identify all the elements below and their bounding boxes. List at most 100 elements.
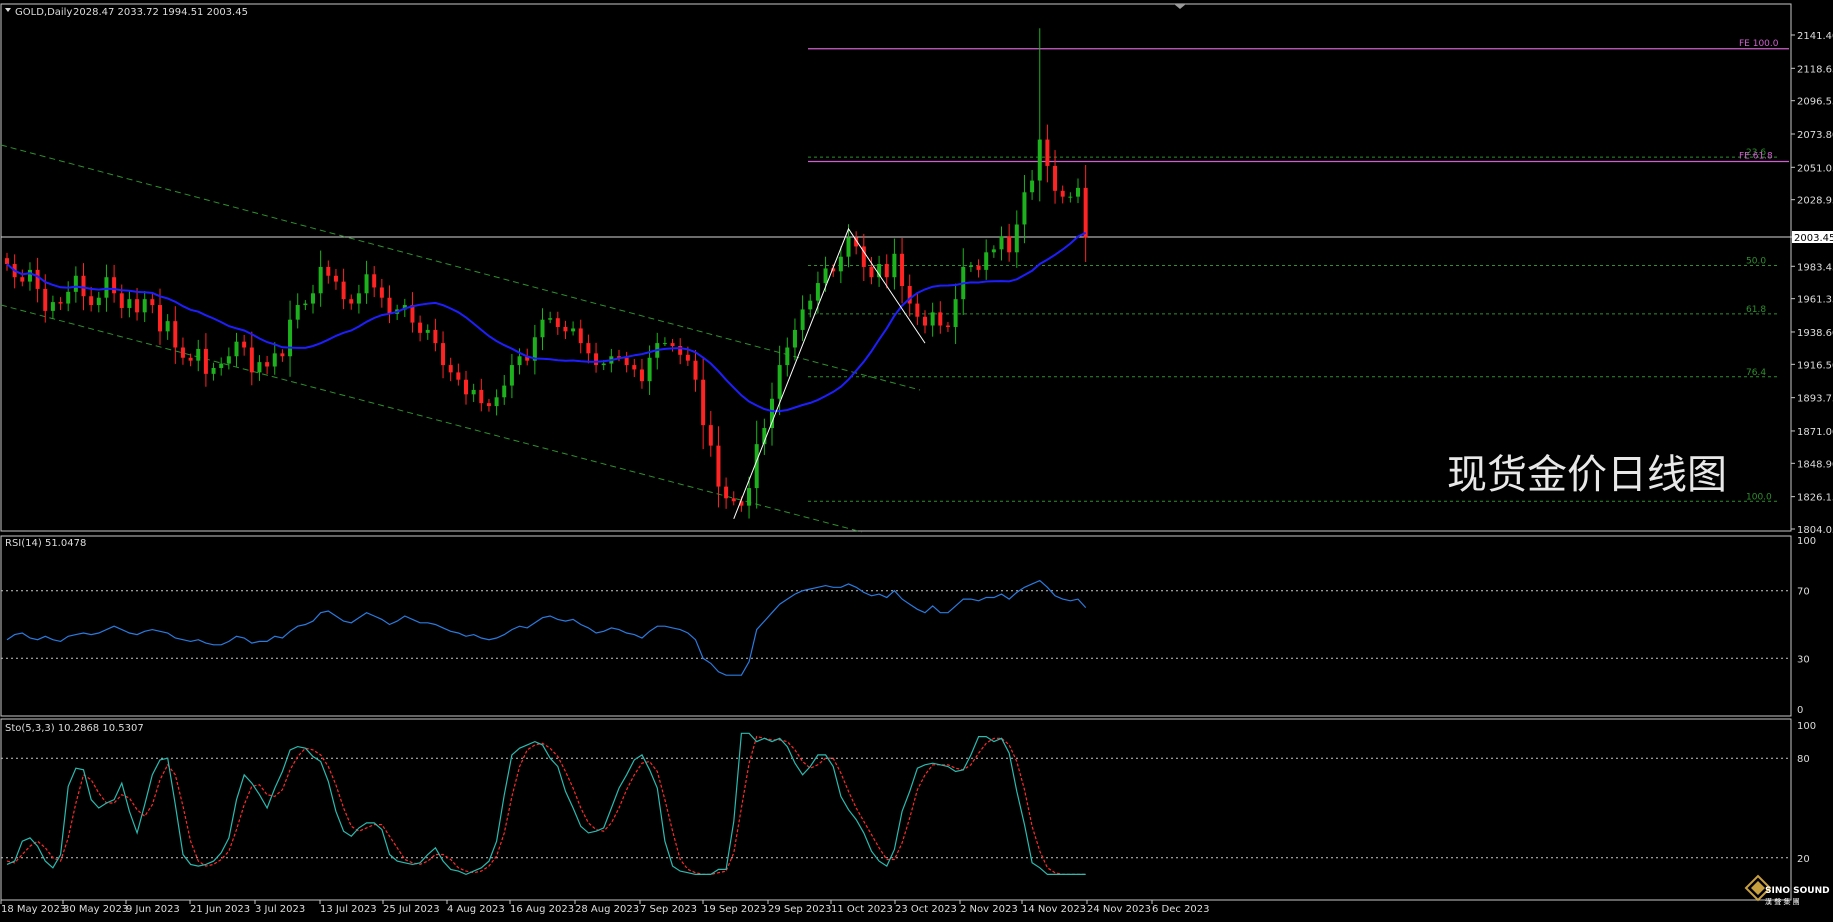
logo-diamond-inner-icon xyxy=(1751,881,1765,895)
time-tick-label: 21 Jun 2023 xyxy=(190,904,250,915)
fibo-level-label: 61.8 xyxy=(1746,305,1766,315)
symbol-dropdown-icon[interactable] xyxy=(5,8,11,12)
bull-candle xyxy=(509,365,514,386)
bear-candle xyxy=(20,277,25,282)
price-tick-label: 1871.00 xyxy=(1797,427,1833,438)
bear-candle xyxy=(731,498,736,502)
bull-candle xyxy=(234,341,239,357)
logo-text-top: SINO SOUND xyxy=(1765,886,1830,896)
bear-candle xyxy=(639,369,644,382)
channel-upper-line xyxy=(0,144,921,391)
bull-candle xyxy=(823,268,828,284)
bull-candle xyxy=(303,303,308,306)
bear-candle xyxy=(112,277,117,294)
bear-candle xyxy=(135,299,140,313)
bear-candle xyxy=(265,362,270,367)
bull-candle xyxy=(211,367,216,374)
time-tick-label: 2 Nov 2023 xyxy=(960,904,1018,915)
price-tick-label: 1983.45 xyxy=(1797,262,1833,273)
bull-candle xyxy=(777,365,782,399)
bear-candle xyxy=(441,343,446,366)
chart-canvas[interactable]: 23.650.061.876.4100.0FE 100.0FE 61.8 214… xyxy=(0,0,1833,918)
bull-candle xyxy=(364,274,369,294)
time-tick-label: 3 Jul 2023 xyxy=(255,904,305,915)
bull-candle xyxy=(747,488,752,506)
price-tick-label: 2051.05 xyxy=(1797,163,1833,174)
bear-candle xyxy=(1053,165,1058,191)
bull-candle xyxy=(846,237,851,257)
bull-candle xyxy=(494,397,499,407)
bear-candle xyxy=(976,265,981,270)
price-tick-label: 1893.75 xyxy=(1797,394,1833,405)
price-tick-label: 2141.40 xyxy=(1797,31,1833,42)
time-tick-label: 14 Nov 2023 xyxy=(1022,904,1086,915)
chart-shift-marker-icon xyxy=(1174,4,1186,9)
bull-candle xyxy=(165,321,170,332)
bull-candle xyxy=(815,283,820,301)
bear-candle xyxy=(173,321,178,348)
bear-candle xyxy=(693,360,698,380)
price-tick-label: 1804.05 xyxy=(1797,525,1833,536)
bull-candle xyxy=(219,363,224,368)
time-tick-label: 9 Jun 2023 xyxy=(126,904,180,915)
bull-candle xyxy=(318,266,323,294)
bear-candle xyxy=(486,403,491,407)
bull-candle xyxy=(754,444,759,489)
bull-candle xyxy=(27,269,32,282)
bear-candle xyxy=(594,353,599,366)
bear-candle xyxy=(464,379,468,395)
bull-candle xyxy=(770,398,774,429)
bear-candle xyxy=(945,325,950,327)
bear-candle xyxy=(418,322,423,333)
time-tick-label: 6 Dec 2023 xyxy=(1152,904,1210,915)
time-tick-label: 16 Aug 2023 xyxy=(510,904,574,915)
level-lines: 23.650.061.876.4100.0FE 100.0FE 61.8 xyxy=(0,39,1791,859)
bull-candle xyxy=(66,291,71,304)
bear-candle xyxy=(724,486,729,499)
fibo-expansion-label: FE 100.0 xyxy=(1739,39,1779,49)
bull-candle xyxy=(96,297,101,306)
bear-candle xyxy=(5,258,9,265)
bull-candle xyxy=(601,363,606,366)
bear-candle xyxy=(884,264,889,278)
bull-candle xyxy=(50,302,55,311)
price-tick-label: 2118.65 xyxy=(1797,64,1833,75)
symbol-label: GOLD,Daily xyxy=(15,7,72,18)
bear-candle xyxy=(923,316,927,326)
time-tick-label: 18 May 2023 xyxy=(1,904,66,915)
bull-candle xyxy=(142,299,147,313)
sino-sound-logo: SINO SOUND 漢 聲 集 團 xyxy=(1744,874,1830,906)
price-tick-label: 1826.15 xyxy=(1797,493,1833,504)
bull-candle xyxy=(295,305,300,320)
bear-candle xyxy=(81,275,86,297)
bull-candle xyxy=(548,318,553,320)
trading-chart[interactable]: 23.6 50.0 61.8 76.4 100.0 FE 100.0 FE 61.8 214… xyxy=(0,0,1833,918)
price-tick-label: 1916.50 xyxy=(1797,360,1833,371)
bear-candle xyxy=(326,266,331,276)
time-tick-label: 11 Oct 2023 xyxy=(831,904,893,915)
time-tick-label: 29 Sep 2023 xyxy=(768,904,831,915)
bull-candle xyxy=(647,357,652,382)
bear-candle xyxy=(180,347,185,358)
bear-candle xyxy=(89,296,94,306)
bull-candle xyxy=(288,319,293,357)
bull-candle xyxy=(471,389,476,395)
chart-title-watermark: 现货金价日线图 xyxy=(1447,452,1727,498)
bull-candle xyxy=(104,277,109,298)
bull-candle xyxy=(953,299,958,327)
bear-candle xyxy=(158,305,162,332)
rsi-header-label: RSI(14) 51.0478 xyxy=(5,538,86,549)
bear-candle xyxy=(379,287,384,298)
bear-candle xyxy=(1083,187,1088,238)
bear-candle xyxy=(632,365,637,370)
bear-candle xyxy=(58,302,63,304)
price-tick-label: 2028.95 xyxy=(1797,196,1833,207)
bull-candle xyxy=(792,329,797,348)
rsi-line xyxy=(6,579,1087,676)
bull-candle xyxy=(968,265,973,267)
sto-tick-label: 80 xyxy=(1797,754,1810,765)
bear-candle xyxy=(1007,236,1012,253)
bull-candle xyxy=(196,348,201,361)
bull-candle xyxy=(662,343,667,345)
bear-candle xyxy=(716,445,721,487)
